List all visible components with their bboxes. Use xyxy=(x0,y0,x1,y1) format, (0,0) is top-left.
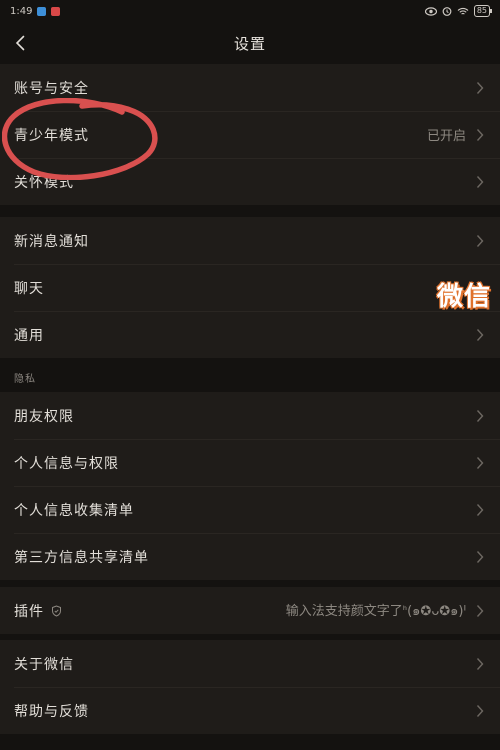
settings-item-label: 个人信息与权限 xyxy=(14,455,119,472)
chevron-left-icon xyxy=(15,35,25,51)
settings-item-label: 聊天 xyxy=(14,280,44,297)
status-left: 1:49 xyxy=(10,5,61,17)
shield-icon xyxy=(52,604,61,617)
settings-group-privacy: 朋友权限 个人信息与权限 个人信息收集清单 第三方信息共享清单 xyxy=(0,392,500,580)
settings-item-help-feedback[interactable]: 帮助与反馈 xyxy=(0,687,500,734)
status-right: 85 xyxy=(424,5,493,17)
settings-item-teen-mode[interactable]: 青少年模式 已开启 xyxy=(0,111,500,158)
settings-item-care-mode[interactable]: 关怀模式 xyxy=(0,158,500,205)
status-time: 1:49 xyxy=(10,5,33,17)
battery-indicator: 85 xyxy=(473,5,493,17)
chevron-right-icon xyxy=(476,234,484,247)
settings-item-account-security[interactable]: 账号与安全 xyxy=(0,64,500,111)
settings-item-personal-info-collection-list[interactable]: 个人信息收集清单 xyxy=(0,486,500,533)
status-bar: 1:49 85 xyxy=(0,0,500,22)
settings-item-chat[interactable]: 聊天 xyxy=(0,264,500,311)
settings-item-label: 关怀模式 xyxy=(14,174,74,191)
settings-group-plugins: 插件 输入法支持颜文字了ᑋ(๑✪ᴗ✪๑)ᑊ xyxy=(0,587,500,634)
settings-item-new-message-notification[interactable]: 新消息通知 xyxy=(0,217,500,264)
settings-item-label: 朋友权限 xyxy=(14,408,74,425)
settings-item-label: 关于微信 xyxy=(14,656,74,673)
watermark-text: 微信 xyxy=(437,282,492,312)
chevron-right-icon xyxy=(476,175,484,188)
settings-item-plugins[interactable]: 插件 输入法支持颜文字了ᑋ(๑✪ᴗ✪๑)ᑊ xyxy=(0,587,500,634)
settings-item-label: 帮助与反馈 xyxy=(14,703,89,720)
alarm-icon xyxy=(442,7,452,16)
settings-item-label: 新消息通知 xyxy=(14,233,89,250)
settings-group-general: 新消息通知 聊天 通用 xyxy=(0,217,500,358)
eye-icon xyxy=(424,6,437,16)
settings-item-personal-info-permissions[interactable]: 个人信息与权限 xyxy=(0,439,500,486)
chevron-right-icon xyxy=(476,657,484,670)
settings-group-account: 账号与安全 青少年模式 已开启 关怀模式 xyxy=(0,64,500,205)
notification-app-icon xyxy=(37,6,47,16)
settings-item-third-party-sharing-list[interactable]: 第三方信息共享清单 xyxy=(0,533,500,580)
chevron-right-icon xyxy=(476,81,484,94)
settings-item-label: 青少年模式 xyxy=(14,127,89,144)
back-button[interactable] xyxy=(8,30,32,56)
settings-item-label: 个人信息收集清单 xyxy=(14,502,134,519)
chevron-right-icon xyxy=(476,409,484,422)
chevron-right-icon xyxy=(476,704,484,717)
settings-item-label: 第三方信息共享清单 xyxy=(14,549,149,566)
nav-bar: 设置 xyxy=(0,22,500,64)
chevron-right-icon xyxy=(476,328,484,341)
settings-item-about-wechat[interactable]: 关于微信 xyxy=(0,640,500,687)
chevron-right-icon xyxy=(476,456,484,469)
chevron-right-icon xyxy=(476,604,484,617)
plugins-promo-text: 输入法支持颜文字了ᑋ(๑✪ᴗ✪๑)ᑊ xyxy=(285,604,466,619)
notification-app-icon xyxy=(51,6,61,16)
chevron-right-icon xyxy=(476,128,484,141)
settings-item-label: 插件 xyxy=(14,603,44,620)
settings-item-label: 通用 xyxy=(14,327,44,344)
settings-item-label: 账号与安全 xyxy=(14,80,89,97)
privacy-section-label: 隐私 xyxy=(14,374,36,385)
wifi-icon xyxy=(457,7,469,15)
teen-mode-status: 已开启 xyxy=(426,129,466,144)
page-title: 设置 xyxy=(233,34,266,53)
chevron-right-icon xyxy=(476,503,484,516)
settings-item-general[interactable]: 通用 xyxy=(0,311,500,358)
chevron-right-icon xyxy=(476,550,484,563)
settings-item-friend-permissions[interactable]: 朋友权限 xyxy=(0,392,500,439)
settings-group-about: 关于微信 帮助与反馈 xyxy=(0,640,500,734)
